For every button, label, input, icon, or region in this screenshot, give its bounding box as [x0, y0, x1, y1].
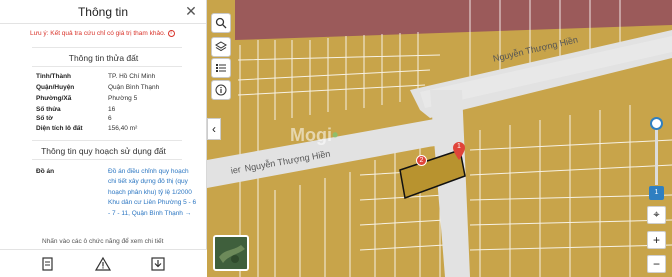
field-label: Phường/Xã [36, 95, 72, 102]
field-value: Phường 5 [108, 95, 138, 102]
plan-link-arrow: → [184, 209, 192, 217]
warning-info-icon: i [167, 30, 175, 37]
field-label: Quận/Huyện [36, 84, 75, 91]
field-label: Số thửa [36, 106, 61, 113]
list-button[interactable] [211, 58, 231, 78]
divider [32, 66, 182, 67]
compass-icon: ⌖ [653, 208, 660, 221]
pin-label: 1 [457, 143, 461, 150]
search-button[interactable] [211, 13, 231, 33]
watermark-dot-icon: • [332, 125, 339, 145]
info-icon [215, 84, 227, 96]
field-row-sheet-number: Số tờ 6 [36, 115, 112, 122]
document-button[interactable] [40, 256, 56, 272]
warning-triangle-icon [94, 256, 112, 271]
planning-section-title: Thông tin quy hoạch sử dụng đất [41, 146, 166, 156]
warning-text: Lưu ý: Kết quả tra cứu chỉ có giá trị th… [30, 30, 166, 38]
zoom-slider-track[interactable] [655, 125, 658, 185]
layers-button[interactable] [211, 37, 231, 57]
location-pin-icon[interactable]: 1 [453, 142, 465, 160]
download-icon [151, 257, 165, 271]
street-label-lower-prefix: ier [230, 164, 242, 176]
parcel-marker[interactable]: 2 [416, 155, 427, 166]
field-row-province: Tỉnh/Thành TP. Hồ Chí Minh [36, 73, 155, 80]
plus-icon: + [652, 233, 660, 247]
field-value: 156,40 m² [108, 125, 138, 132]
field-value: 16 [108, 106, 116, 113]
minus-icon: − [652, 257, 660, 271]
field-row-parcel-number: Số thửa 16 [36, 106, 115, 113]
hint-text: Nhấn vào các ô chức năng để xem chi tiết [42, 238, 164, 245]
plan-label: Đồ án [36, 168, 55, 175]
info-panel: Thông tin ✕ Lưu ý: Kết quả tra cứu chỉ c… [0, 0, 207, 277]
close-icon[interactable]: ✕ [184, 3, 198, 19]
search-icon [215, 17, 227, 29]
list-icon [216, 64, 226, 72]
watermark-text: Mogi [290, 125, 332, 145]
minimap-thumbnail[interactable] [213, 235, 249, 271]
panel-title: Thông tin [77, 5, 129, 19]
plan-link-text[interactable]: Đồ án điều chỉnh quy hoạch chi tiết xây … [108, 168, 196, 217]
divider [32, 47, 182, 48]
plan-link[interactable]: Đồ án điều chỉnh quy hoạch chi tiết xây … [108, 167, 198, 219]
field-value: 6 [108, 115, 112, 122]
divider [32, 159, 182, 160]
collapse-panel-button[interactable]: ‹ [207, 118, 221, 140]
zoom-slider-handle[interactable] [650, 117, 663, 130]
report-button[interactable] [94, 256, 112, 272]
field-value: Quận Bình Thạnh [108, 84, 160, 91]
chevron-left-icon: ‹ [212, 122, 216, 136]
field-label: Diện tích lô đất [36, 125, 83, 132]
download-button[interactable] [150, 256, 166, 272]
field-value: TP. Hồ Chí Minh [108, 73, 156, 80]
parcel-section-title: Thông tin thửa đất [68, 53, 139, 63]
field-row-ward: Phường/Xã Phường 5 [36, 95, 137, 102]
zoom-in-button[interactable]: + [647, 231, 666, 249]
layers-icon [215, 41, 227, 52]
info-button[interactable] [211, 80, 231, 100]
warning-note: Lưu ý: Kết quả tra cứu chỉ có giá trị th… [30, 30, 175, 37]
document-icon [42, 257, 53, 271]
divider [32, 140, 182, 141]
panel-footer [0, 249, 207, 277]
locate-button[interactable]: ⌖ [647, 206, 666, 224]
panel-header: Thông tin ✕ [0, 0, 206, 24]
zoom-out-button[interactable]: − [647, 255, 666, 273]
watermark: Mogi• [290, 125, 338, 146]
field-row-district: Quận/Huyện Quận Bình Thạnh [36, 84, 159, 91]
field-label: Tỉnh/Thành [36, 73, 72, 80]
field-row-area: Diện tích lô đất 156,40 m² [36, 125, 137, 132]
zoom-level-badge: 1 [649, 186, 664, 200]
satellite-thumbnail [215, 237, 247, 269]
field-label: Số tờ [36, 115, 53, 122]
